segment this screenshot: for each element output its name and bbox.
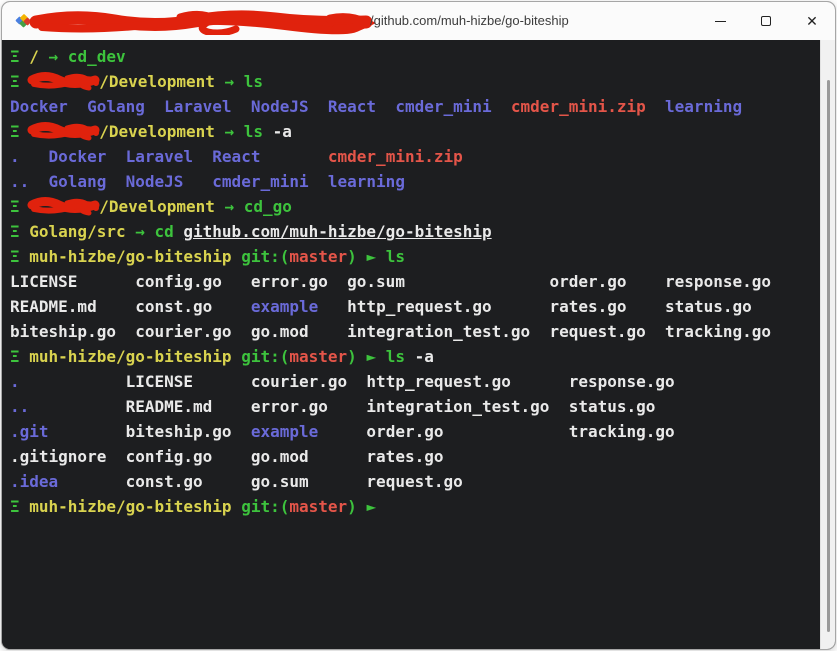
window-title: /github.com/muh-hizbe/go-biteship — [370, 13, 569, 28]
terminal-text-segment: → ls — [215, 72, 263, 91]
terminal-scrollbar[interactable] — [820, 40, 835, 649]
terminal-text-segment: Ξ — [10, 347, 29, 366]
terminal-text-segment — [232, 247, 242, 266]
terminal-text-segment: / — [29, 47, 39, 66]
terminal-line: Ξ /Development → cd_go — [10, 194, 813, 219]
terminal-text-segment: → cd — [126, 222, 184, 241]
terminal-text-segment: -a — [405, 347, 434, 366]
terminal-text-segment: master — [289, 497, 347, 516]
terminal-text-segment: /Development — [99, 122, 215, 141]
terminal-line: Ξ muh-hizbe/go-biteship git:(master) ► l… — [10, 344, 813, 369]
redacted-title-scribble — [30, 9, 375, 35]
terminal-text-segment: master — [289, 247, 347, 266]
terminal-text-segment: muh-hizbe/go-biteship — [29, 347, 231, 366]
close-icon: ✕ — [806, 14, 818, 28]
terminal-line: .idea const.go go.sum request.go — [10, 469, 813, 494]
terminal-text-segment: github.com/muh-hizbe/go-biteship — [183, 222, 491, 241]
terminal-text-segment: .idea — [10, 472, 58, 491]
terminal-line: . Docker Laravel React cmder_mini.zip — [10, 144, 813, 169]
terminal-text-segment: git:( — [241, 347, 289, 366]
terminal-line: .git biteship.go example order.go tracki… — [10, 419, 813, 444]
terminal-text-segment: → ls — [215, 122, 263, 141]
redacted-text-scribble — [29, 121, 99, 141]
terminal-text-segment: muh-hizbe/go-biteship — [29, 497, 231, 516]
terminal-text-segment: order.go tracking.go — [318, 422, 674, 441]
terminal-text-segment: ) ► ls — [347, 347, 405, 366]
terminal-text-segment: git:( — [241, 247, 289, 266]
redacted-text-scribble — [29, 71, 99, 91]
window-controls: ✕ — [697, 2, 835, 40]
terminal-text-segment: git:( — [241, 497, 289, 516]
terminal-text-segment: Ξ — [10, 47, 29, 66]
terminal-text-segment: muh-hizbe/go-biteship — [29, 247, 231, 266]
close-button[interactable]: ✕ — [789, 2, 835, 40]
terminal-line: .. Golang NodeJS cmder_mini learning — [10, 169, 813, 194]
terminal-text-segment: LICENSE config.go error.go go.sum order.… — [10, 272, 771, 291]
terminal-text-segment: Golang/src — [29, 222, 125, 241]
terminal-line: Docker Golang Laravel NodeJS React cmder… — [10, 94, 813, 119]
terminal-text-segment: Docker Golang Laravel NodeJS React cmder… — [10, 97, 511, 116]
terminal-line: README.md const.go example http_request.… — [10, 294, 813, 319]
minimize-button[interactable] — [697, 2, 743, 40]
terminal-text-segment: . — [10, 372, 20, 391]
terminal-text-segment: Ξ — [10, 247, 29, 266]
title-bar: /github.com/muh-hizbe/go-biteship ✕ — [2, 2, 835, 40]
redacted-text-scribble — [29, 196, 99, 216]
terminal-line: Ξ Golang/src → cd github.com/muh-hizbe/g… — [10, 219, 813, 244]
terminal-line: Ξ muh-hizbe/go-biteship git:(master) ► — [10, 494, 813, 519]
terminal-line: .gitignore config.go go.mod rates.go — [10, 444, 813, 469]
terminal-text-segment: master — [289, 347, 347, 366]
maximize-icon — [761, 16, 771, 26]
terminal-line: Ξ /Development → ls — [10, 69, 813, 94]
terminal-line: . LICENSE courier.go http_request.go res… — [10, 369, 813, 394]
terminal-text-segment: http_request.go rates.go status.go — [318, 297, 751, 316]
terminal-text-segment: .gitignore config.go go.mod rates.go — [10, 447, 443, 466]
terminal-text-segment: const.go go.sum request.go — [58, 472, 463, 491]
terminal-line: Ξ / → cd_dev — [10, 44, 813, 69]
app-icon — [15, 13, 31, 29]
terminal-output[interactable]: Ξ / → cd_devΞ /Development → lsDocker Go… — [2, 40, 835, 649]
terminal-text-segment: ) ► — [347, 497, 376, 516]
terminal-line: .. README.md error.go integration_test.g… — [10, 394, 813, 419]
terminal-text-segment — [232, 347, 242, 366]
terminal-text-segment: . Docker Laravel React — [10, 147, 328, 166]
terminal-text-segment: .. — [10, 397, 29, 416]
terminal-text-segment: /Development — [99, 72, 215, 91]
terminal-line: Ξ /Development → ls -a — [10, 119, 813, 144]
terminal-text-segment: learning — [646, 97, 742, 116]
terminal-text-segment — [232, 497, 242, 516]
terminal-text-segment: Ξ — [10, 497, 29, 516]
terminal-text-segment: /Development — [99, 197, 215, 216]
terminal-text-segment: biteship.go courier.go go.mod integratio… — [10, 322, 771, 341]
terminal-text-segment: example — [251, 297, 318, 316]
terminal-text-segment: example — [251, 422, 318, 441]
terminal-text-segment: README.md error.go integration_test.go s… — [29, 397, 655, 416]
terminal-text-segment: cmder_mini.zip — [328, 147, 463, 166]
terminal-text-segment: .git — [10, 422, 49, 441]
terminal-text-segment: .. Golang NodeJS cmder_mini learning — [10, 172, 405, 191]
terminal-text-segment: ) ► ls — [347, 247, 405, 266]
terminal-line: biteship.go courier.go go.mod integratio… — [10, 319, 813, 344]
terminal-line: LICENSE config.go error.go go.sum order.… — [10, 269, 813, 294]
maximize-button[interactable] — [743, 2, 789, 40]
terminal-text-segment: -a — [263, 122, 292, 141]
scrollbar-thumb[interactable] — [827, 80, 830, 632]
minimize-icon — [715, 21, 726, 22]
terminal-line: Ξ muh-hizbe/go-biteship git:(master) ► l… — [10, 244, 813, 269]
terminal-text-segment: cmder_mini.zip — [511, 97, 646, 116]
terminal-text-segment: README.md const.go — [10, 297, 251, 316]
terminal-text-segment: → cd_dev — [39, 47, 126, 66]
terminal-text-segment: Ξ — [10, 222, 29, 241]
terminal-text-segment: LICENSE courier.go http_request.go respo… — [20, 372, 675, 391]
terminal-text-segment: biteship.go — [49, 422, 251, 441]
terminal-text-segment: → cd_go — [215, 197, 292, 216]
terminal-window: /github.com/muh-hizbe/go-biteship ✕ Ξ / … — [1, 1, 836, 650]
